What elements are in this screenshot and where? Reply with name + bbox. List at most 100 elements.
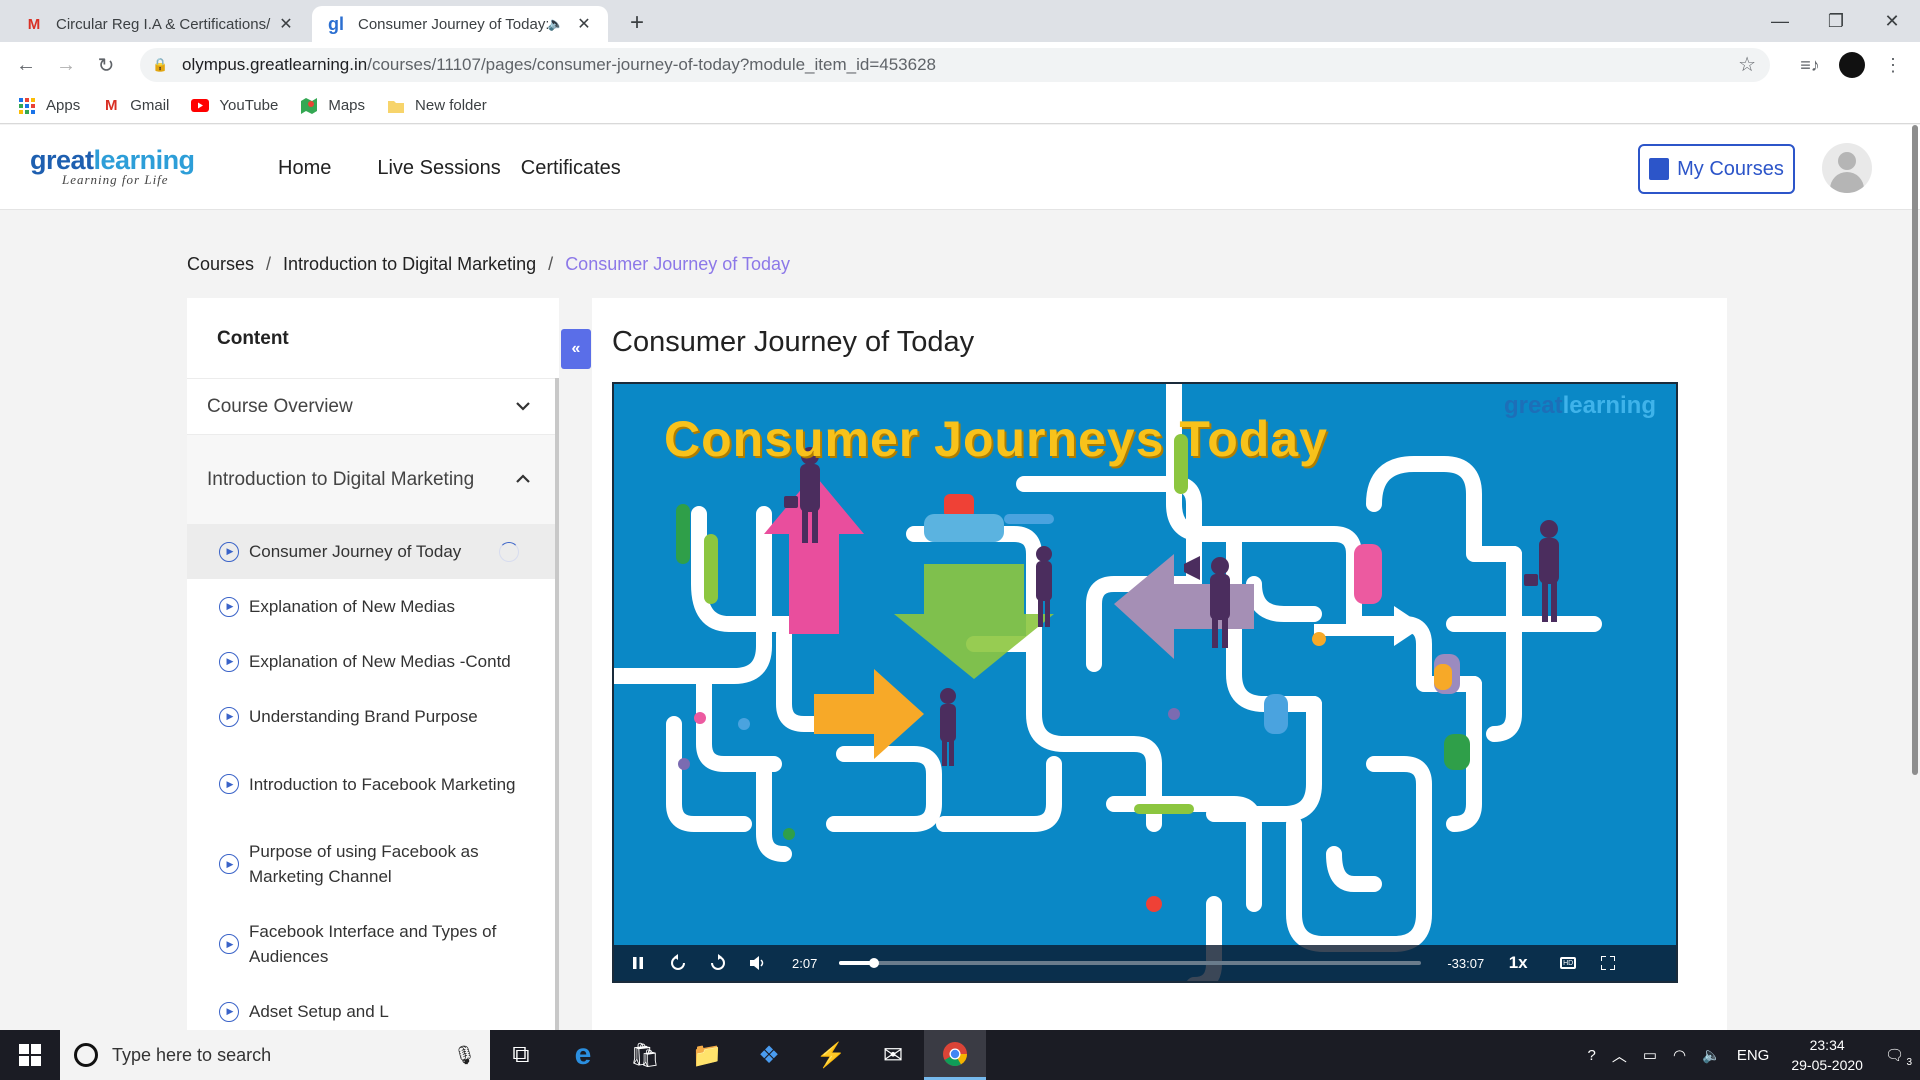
elapsed-time: 2:07 (792, 955, 818, 971)
powershell-icon[interactable]: ⚡ (800, 1030, 862, 1080)
greatlearning-logo[interactable]: greatlearning Learning for Life (30, 145, 195, 188)
edge-icon[interactable]: e (552, 1030, 614, 1080)
seek-bar[interactable] (839, 958, 1422, 968)
folder-icon (387, 97, 405, 115)
chrome-icon[interactable] (924, 1030, 986, 1080)
notification-center-icon[interactable]: 🗨 3 (1885, 1046, 1912, 1068)
browser-menu-icon[interactable]: ⋮ (1880, 52, 1906, 78)
breadcrumb-courses[interactable]: Courses (187, 254, 254, 275)
pause-button[interactable] (618, 945, 658, 981)
sidebar-item-new-medias-contd[interactable]: ▶ Explanation of New Medias -Contd (187, 634, 559, 689)
bookmark-label: Maps (328, 97, 366, 114)
lock-icon[interactable]: 🔒 (152, 57, 172, 73)
item-label: Consumer Journey of Today (249, 542, 462, 561)
tab-title: Consumer Journey of Today: (358, 15, 548, 33)
bookmarks-bar: Apps M Gmail YouTube Maps New folder (0, 88, 1920, 124)
section-course-overview[interactable]: Course Overview (187, 378, 559, 434)
bookmark-youtube[interactable]: YouTube (191, 97, 278, 115)
video-player[interactable]: Consumer Journeys Today greatlearning 2:… (612, 382, 1678, 983)
sidebar-item-intro-facebook[interactable]: ▶ Introduction to Facebook Marketing (187, 744, 559, 824)
back-button[interactable]: ← (12, 51, 40, 79)
bookmark-star-icon[interactable]: ☆ (1738, 52, 1756, 77)
show-hidden-icons-chevron-icon[interactable]: ︿ (1612, 1045, 1627, 1066)
new-tab-button[interactable]: + (622, 8, 652, 38)
progress-spinner-icon (499, 541, 519, 562)
hd-quality-icon[interactable]: HD (1560, 957, 1577, 969)
my-courses-button[interactable]: My Courses (1638, 144, 1795, 194)
bookmark-apps[interactable]: Apps (18, 97, 80, 115)
reload-button[interactable]: ↻ (92, 51, 120, 79)
sidebar-item-consumer-journey[interactable]: ▶ Consumer Journey of Today (187, 524, 559, 579)
microphone-icon[interactable]: 🎙 (453, 1045, 476, 1066)
url-path: /courses/11107/pages/consumer-journey-of… (367, 55, 936, 74)
bookmark-label: New folder (415, 97, 487, 114)
sidebar-item-facebook-interface[interactable]: ▶ Facebook Interface and Types of Audien… (187, 904, 559, 984)
item-label: Explanation of New Medias -Contd (249, 652, 511, 671)
mail-icon[interactable]: ✉ (862, 1030, 924, 1080)
taskbar-search[interactable]: Type here to search 🎙 (60, 1030, 490, 1080)
forward-10-button[interactable] (698, 945, 738, 981)
dropbox-icon[interactable]: ❖ (738, 1030, 800, 1080)
minimize-window-button[interactable]: — (1752, 0, 1808, 42)
forward-button[interactable]: → (52, 51, 80, 79)
bookmark-gmail[interactable]: M Gmail (102, 97, 169, 115)
bookmark-maps[interactable]: Maps (300, 97, 365, 115)
my-courses-label: My Courses (1677, 157, 1784, 180)
media-control-icon[interactable]: ≡♪ (1797, 52, 1823, 78)
restore-window-button[interactable]: ❐ (1808, 0, 1864, 42)
play-circle-icon: ▶ (219, 596, 239, 617)
nav-home[interactable]: Home (278, 157, 331, 180)
watermark-learning: learning (1562, 392, 1656, 419)
greatlearning-watermark: greatlearning (1504, 392, 1656, 420)
sidebar-item-new-medias[interactable]: ▶ Explanation of New Medias (187, 579, 559, 634)
battery-icon[interactable]: ▭ (1643, 1046, 1657, 1064)
fullscreen-button[interactable] (1588, 945, 1628, 981)
close-tab-icon[interactable]: ✕ (574, 14, 594, 34)
start-button[interactable] (0, 1030, 60, 1080)
remaining-time: -33:07 (1447, 955, 1485, 971)
close-window-button[interactable]: ✕ (1864, 0, 1920, 42)
task-view-icon[interactable]: ⧉ (490, 1030, 552, 1080)
system-clock[interactable]: 23:34 29-05-2020 (1791, 1035, 1863, 1075)
video-controls-bar: 2:07 -33:07 1x HD (614, 945, 1676, 981)
volume-button[interactable] (738, 945, 778, 981)
notification-count: 3 (1906, 1057, 1912, 1068)
close-tab-icon[interactable]: ✕ (276, 14, 296, 34)
store-icon[interactable]: 🛍 (614, 1030, 676, 1080)
breadcrumb-course[interactable]: Introduction to Digital Marketing (283, 254, 536, 275)
nav-certificates[interactable]: Certificates (521, 157, 621, 180)
tab-circular-reg[interactable]: M Circular Reg I.A & Certifications/ ✕ (10, 6, 310, 42)
sidebar-scrollbar[interactable] (555, 378, 559, 1030)
nav-live-sessions[interactable]: Live Sessions (377, 157, 500, 180)
play-circle-icon: ▶ (219, 774, 239, 794)
gmail-icon: M (27, 15, 41, 33)
browser-toolbar: ← → ↻ 🔒 olympus.greatlearning.in/courses… (0, 42, 1920, 88)
help-icon[interactable]: ? (1587, 1047, 1595, 1064)
audio-playing-icon[interactable]: 🔈 (548, 16, 564, 32)
playback-speed-button[interactable]: 1x (1498, 953, 1538, 973)
sidebar-item-facebook-purpose[interactable]: ▶ Purpose of using Facebook as Marketing… (187, 824, 559, 904)
speaker-icon[interactable]: 🔈 (1702, 1046, 1721, 1064)
address-bar[interactable]: 🔒 olympus.greatlearning.in/courses/11107… (140, 48, 1770, 82)
forward-icon (711, 954, 725, 970)
bookmark-new-folder[interactable]: New folder (387, 97, 487, 115)
tab-consumer-journey[interactable]: gl Consumer Journey of Today: 🔈 ✕ (312, 6, 608, 42)
profile-button[interactable] (1839, 52, 1865, 78)
profile-avatar-icon (1839, 52, 1865, 78)
section-label: Course Overview (207, 396, 353, 417)
wifi-icon[interactable]: ◠ (1673, 1046, 1686, 1064)
windows-logo-icon (19, 1044, 41, 1066)
sidebar-item-brand-purpose[interactable]: ▶ Understanding Brand Purpose (187, 689, 559, 744)
file-explorer-icon[interactable]: 📁 (676, 1030, 738, 1080)
user-avatar[interactable] (1822, 143, 1872, 193)
rewind-10-button[interactable] (658, 945, 698, 981)
seek-bar-handle[interactable] (869, 958, 880, 968)
section-intro-digital-marketing[interactable]: Introduction to Digital Marketing (187, 434, 559, 524)
sidebar-item-adset-setup[interactable]: ▶ Adset Setup and L (187, 984, 559, 1030)
play-circle-icon: ▶ (219, 651, 239, 672)
page-scrollbar[interactable] (1912, 125, 1918, 775)
maps-icon (300, 97, 318, 115)
collapse-sidebar-button[interactable]: « (561, 329, 591, 369)
section-label: Introduction to Digital Marketing (207, 469, 475, 490)
language-indicator[interactable]: ENG (1737, 1047, 1770, 1064)
